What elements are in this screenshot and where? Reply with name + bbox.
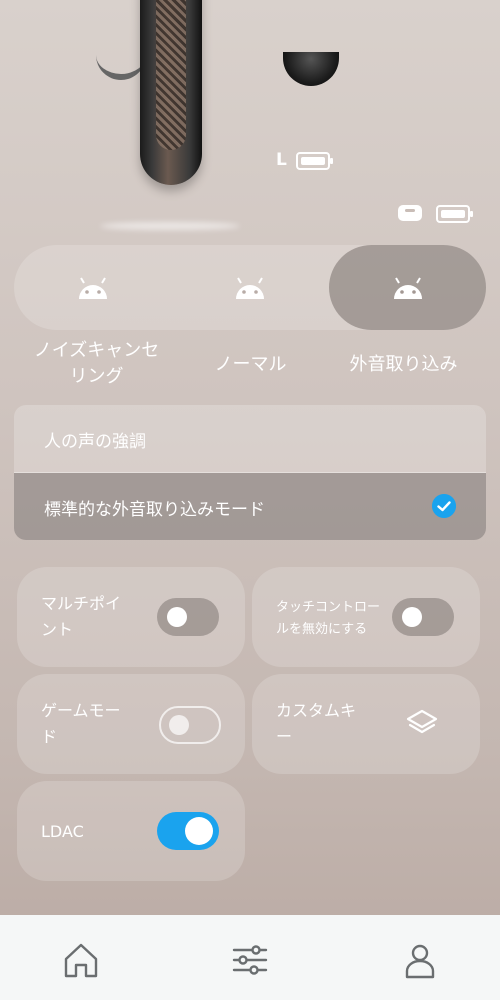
option-standard-ambient[interactable]: 標準的な外音取り込みモード xyxy=(14,473,486,540)
android-icon xyxy=(78,277,107,299)
tile-multipoint[interactable]: マルチポイ ント xyxy=(17,567,245,667)
mode-label-normal: ノーマル xyxy=(214,354,287,375)
label-line: ゲームモー xyxy=(41,701,121,720)
game-mode-label: ゲームモー ド xyxy=(41,698,161,750)
case-icon xyxy=(398,205,422,221)
mode-noise-cancelling[interactable] xyxy=(14,245,171,330)
option-label: 人の声の強調 xyxy=(44,432,146,452)
ldac-toggle[interactable] xyxy=(157,812,219,850)
android-icon xyxy=(393,277,422,299)
earbud-left-hook xyxy=(96,44,146,80)
tile-custom-keys[interactable]: カスタムキ ー xyxy=(252,674,480,774)
option-label: 標準的な外音取り込みモード xyxy=(44,500,265,520)
check-icon xyxy=(432,494,456,518)
nav-equalizer[interactable] xyxy=(230,940,270,980)
label-line: ー xyxy=(276,727,293,746)
multipoint-toggle[interactable] xyxy=(157,598,219,636)
label-line: ルを無効にする xyxy=(276,622,368,637)
toggle-knob xyxy=(169,715,189,735)
case-battery-icon xyxy=(436,205,473,223)
mode-label-noise-cancelling: ノイズキャンセ リング xyxy=(18,338,175,390)
earbud-right-image xyxy=(283,52,339,86)
toggle-knob xyxy=(167,607,187,627)
toggle-knob xyxy=(402,607,422,627)
earbud-left-image xyxy=(140,0,202,185)
label-line: ド xyxy=(41,727,58,746)
left-battery-icon xyxy=(296,152,333,170)
label-line: マルチポイ xyxy=(41,594,122,613)
toggle-knob xyxy=(185,817,213,845)
mode-normal[interactable] xyxy=(171,245,328,330)
mode-label-line: リング xyxy=(69,366,124,387)
option-voice-emphasis[interactable]: 人の声の強調 xyxy=(14,405,486,472)
tile-ldac[interactable]: LDAC xyxy=(17,781,245,881)
left-earbud-label: L xyxy=(276,150,287,170)
custom-keys-label: カスタムキ ー xyxy=(276,698,396,750)
profile-icon xyxy=(405,944,435,979)
disable-touch-label: タッチコントロー ルを無効にする xyxy=(276,597,394,641)
nav-home[interactable] xyxy=(61,940,101,980)
label-line: ント xyxy=(41,620,74,639)
label-line: タッチコントロー xyxy=(276,600,381,615)
layers-icon xyxy=(406,709,438,734)
mode-label-line: ノイズキャンセ xyxy=(33,340,160,361)
equalizer-icon xyxy=(232,945,268,975)
disable-touch-toggle[interactable] xyxy=(392,598,454,636)
sound-mode-selector xyxy=(14,245,486,330)
label-line: カスタムキ xyxy=(276,701,357,720)
mode-ambient-sound[interactable] xyxy=(329,245,486,330)
tile-game-mode[interactable]: ゲームモー ド xyxy=(17,674,245,774)
ambient-options-list: 人の声の強調 標準的な外音取り込みモード xyxy=(14,405,486,540)
game-mode-toggle[interactable] xyxy=(159,706,221,744)
mode-label-ambient: 外音取り込み xyxy=(349,354,458,375)
bottom-navigation xyxy=(0,915,500,1000)
ldac-label: LDAC xyxy=(41,822,84,841)
multipoint-label: マルチポイ ント xyxy=(41,591,161,643)
android-icon xyxy=(235,277,264,299)
nav-profile[interactable] xyxy=(400,940,440,980)
earbuds-image: L xyxy=(0,0,500,240)
earbud-shadow xyxy=(100,222,240,230)
home-icon xyxy=(64,943,98,978)
tile-disable-touch-control[interactable]: タッチコントロー ルを無効にする xyxy=(252,567,480,667)
